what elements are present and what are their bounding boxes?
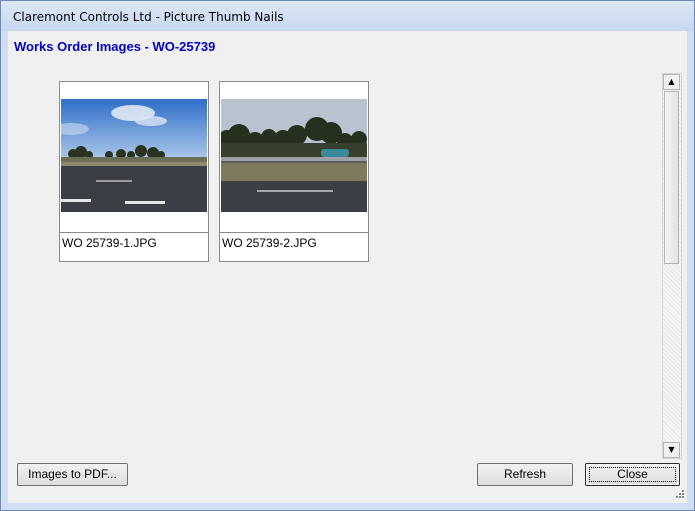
images-to-pdf-button[interactable]: Images to PDF... [17, 463, 128, 486]
window-title: Claremont Controls Ltd - Picture Thumb N… [13, 10, 284, 24]
refresh-label: Refresh [503, 467, 547, 481]
scrollbar-thumb[interactable] [664, 91, 679, 264]
refresh-button[interactable]: Refresh [477, 463, 573, 486]
scroll-down-button[interactable]: ▼ [663, 442, 680, 458]
client-area: Works Order Images - WO-25739 WO 25739-1… [8, 31, 687, 503]
triangle-down-icon: ▼ [668, 445, 675, 454]
title-bar[interactable]: Claremont Controls Ltd - Picture Thumb N… [1, 1, 694, 31]
resize-grip-icon[interactable] [673, 489, 685, 501]
thumbnail-caption-2[interactable]: WO 25739-2.JPG [219, 232, 369, 262]
page-title: Works Order Images - WO-25739 [14, 39, 216, 54]
thumbnail-image-1[interactable] [61, 99, 207, 212]
images-to-pdf-label: Images to PDF... [28, 467, 117, 481]
app-window: Claremont Controls Ltd - Picture Thumb N… [0, 0, 695, 511]
vertical-scrollbar[interactable]: ▲ ▼ [662, 73, 682, 459]
focus-rectangle [589, 467, 676, 482]
thumbnail-caption-1[interactable]: WO 25739-1.JPG [59, 232, 209, 262]
close-button[interactable]: Close [585, 463, 680, 486]
thumbnail-1[interactable] [59, 81, 209, 233]
thumbnail-filename-2: WO 25739-2.JPG [222, 236, 317, 250]
triangle-up-icon: ▲ [668, 77, 675, 86]
thumbnail-image-2[interactable] [221, 99, 367, 212]
thumbnail-filename-1: WO 25739-1.JPG [62, 236, 157, 250]
thumbnail-2[interactable] [219, 81, 369, 233]
scroll-up-button[interactable]: ▲ [663, 74, 680, 90]
